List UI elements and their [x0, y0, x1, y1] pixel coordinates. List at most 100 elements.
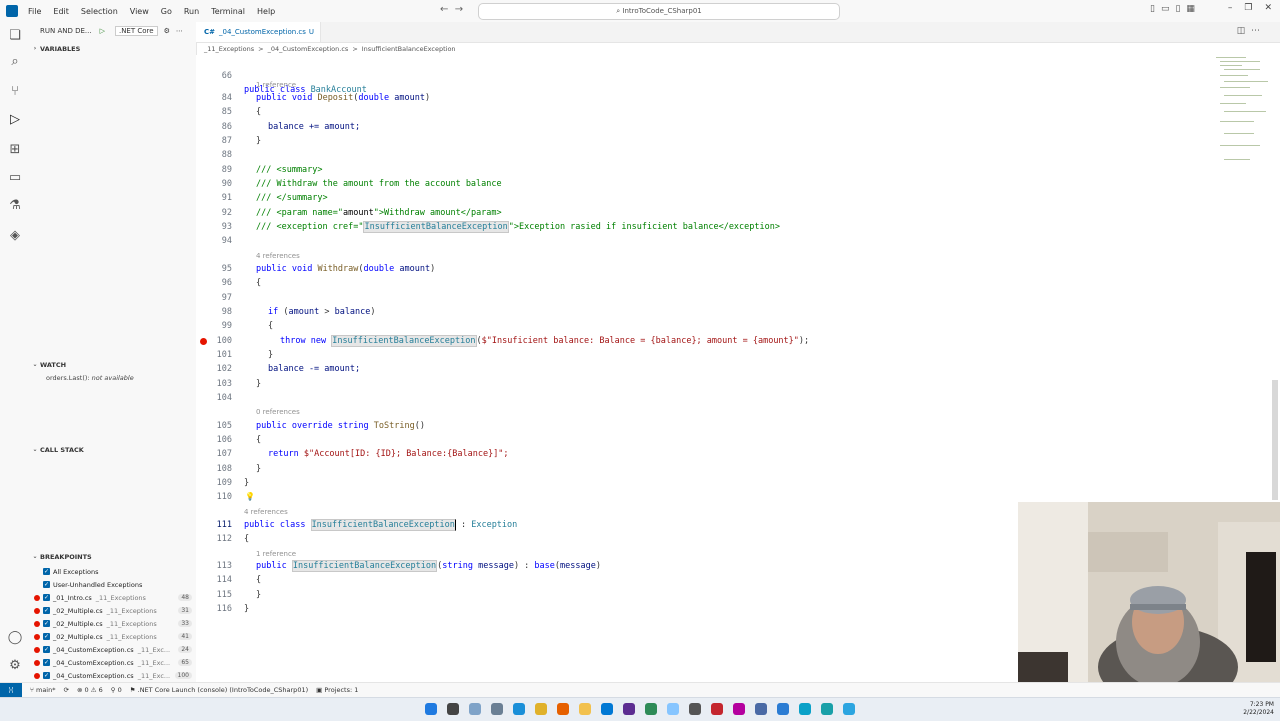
minimap[interactable] — [1212, 55, 1272, 175]
app-icon[interactable] — [821, 703, 833, 715]
watch-item[interactable]: orders.Last(): not available — [46, 374, 134, 382]
app-icon[interactable] — [733, 703, 745, 715]
start-debug-icon[interactable]: ▷ — [100, 27, 105, 35]
docker-icon[interactable]: ◈ — [5, 226, 25, 246]
explorer-icon[interactable]: ❏ — [5, 26, 25, 46]
code-line[interactable]: 99 { — [196, 319, 1210, 333]
code-line[interactable]: 104 — [196, 391, 1210, 405]
command-center-search[interactable]: ⌕ IntroToCode_CSharp01 — [478, 3, 840, 20]
debug-launch-status[interactable]: ⚑ .NET Core Launch (console) (IntroToCod… — [130, 686, 308, 694]
code-line[interactable]: 96 { — [196, 276, 1210, 290]
checkbox-checked-icon[interactable]: ✓ — [43, 581, 50, 588]
system-clock[interactable]: 7:23 PM 2/22/2024 — [1243, 701, 1274, 717]
breakpoint-item[interactable]: ✓ _01_Intro.cs _11_Exceptions 48 — [34, 591, 196, 604]
widgets-icon[interactable] — [491, 703, 503, 715]
ports-indicator[interactable]: ⚲ 0 — [111, 686, 122, 694]
breadcrumb-file[interactable]: _04_CustomException.cs — [268, 45, 349, 53]
app-icon[interactable] — [755, 703, 767, 715]
codelens-references[interactable]: 1 reference — [256, 80, 296, 90]
tab-custom-exception[interactable]: C# _04_CustomException.cs U — [196, 22, 321, 42]
search-icon[interactable]: ⌕ — [5, 52, 25, 72]
codelens-references[interactable]: 1 reference — [256, 549, 296, 559]
breakpoints-section-header[interactable]: ⌄ BREAKPOINTS — [30, 550, 196, 563]
back-arrow-icon[interactable]: ← — [440, 4, 448, 15]
code-line[interactable]: 98 if (amount > balance) — [196, 305, 1210, 319]
menu-file[interactable]: File — [22, 7, 47, 16]
breakpoint-item[interactable]: ✓ _02_Multiple.cs _11_Exceptions 33 — [34, 617, 196, 630]
menu-help[interactable]: Help — [251, 7, 281, 16]
account-icon[interactable]: ◯ — [5, 628, 25, 648]
app-icon[interactable] — [777, 703, 789, 715]
code-line[interactable]: 93 /// <exception cref="InsufficientBalan… — [196, 220, 1210, 234]
run-debug-icon[interactable]: ▷ — [5, 110, 25, 130]
breakpoint-item[interactable]: ✓ _04_CustomException.cs _11_Exc... 65 — [34, 656, 196, 669]
code-line[interactable]: 97 — [196, 291, 1210, 305]
menu-run[interactable]: Run — [178, 7, 205, 16]
more-actions-icon[interactable]: ⋯ — [1251, 26, 1260, 36]
call-stack-section-header[interactable]: ⌄ CALL STACK — [30, 443, 196, 456]
code-line[interactable]: 84 public void Deposit(double amount) — [196, 91, 1210, 105]
menu-view[interactable]: View — [124, 7, 155, 16]
terminal-icon[interactable] — [645, 703, 657, 715]
remote-explorer-icon[interactable]: ▭ — [5, 168, 25, 188]
code-line[interactable]: 86 balance += amount; — [196, 120, 1210, 134]
customize-layout-icon[interactable]: ▦ — [1186, 4, 1195, 14]
code-line[interactable]: 102 balance -= amount; — [196, 362, 1210, 376]
app-icon[interactable] — [711, 703, 723, 715]
codelens-references[interactable]: 0 references — [256, 407, 300, 417]
lightbulb-icon[interactable]: 💡 — [245, 490, 255, 504]
code-line[interactable]: 95 public void Withdraw(double amount) — [196, 262, 1210, 276]
menu-selection[interactable]: Selection — [75, 7, 124, 16]
restore-icon[interactable]: ❐ — [1244, 3, 1252, 13]
checkbox-checked-icon[interactable]: ✓ — [43, 620, 50, 627]
codelens-references[interactable]: 4 references — [256, 251, 300, 261]
code-line[interactable]: 108} — [196, 462, 1210, 476]
app-icon[interactable] — [843, 703, 855, 715]
breakpoint-item[interactable]: ✓ _04_CustomException.cs _11_Exc... 100 — [34, 669, 196, 682]
chrome-browser-icon[interactable] — [535, 703, 547, 715]
checkbox-checked-icon[interactable]: ✓ — [43, 659, 50, 666]
git-branch[interactable]: ⑂ main* — [30, 686, 55, 694]
problems-indicator[interactable]: ⊗ 0 ⚠ 6 — [77, 686, 103, 694]
toggle-sidebar-icon[interactable]: ▯ — [1150, 4, 1155, 14]
breakpoint-item[interactable]: ✓ All Exceptions — [34, 565, 196, 578]
code-line[interactable]: 103} — [196, 377, 1210, 391]
firefox-icon[interactable] — [557, 703, 569, 715]
code-line[interactable]: 109} — [196, 476, 1210, 490]
breakpoint-item[interactable]: ✓ _02_Multiple.cs _11_Exceptions 41 — [34, 630, 196, 643]
launch-config-select[interactable]: .NET Core — [114, 26, 158, 36]
codelens-references[interactable]: 4 references — [244, 507, 288, 517]
app-icon[interactable] — [689, 703, 701, 715]
extensions-icon[interactable]: ⊞ — [5, 140, 25, 160]
app-icon[interactable] — [667, 703, 679, 715]
code-line[interactable]: 90 /// Withdraw the amount from the accou… — [196, 177, 1210, 191]
vscode-taskbar-icon[interactable] — [601, 703, 613, 715]
code-line[interactable]: 89 /// <summary> — [196, 163, 1210, 177]
breadcrumb-folder[interactable]: _11_Exceptions — [204, 45, 254, 53]
menu-edit[interactable]: Edit — [47, 7, 75, 16]
sync-icon[interactable]: ⟳ — [63, 686, 68, 694]
file-explorer-icon[interactable] — [579, 703, 591, 715]
code-line[interactable]: 94 — [196, 234, 1210, 248]
menu-go[interactable]: Go — [155, 7, 178, 16]
code-line[interactable]: 105 public override string ToString() — [196, 419, 1210, 433]
checkbox-checked-icon[interactable]: ✓ — [43, 646, 50, 653]
settings-gear-icon[interactable]: ⚙ — [5, 656, 25, 676]
sticky-scroll-line[interactable]: 66 public class BankAccount — [196, 55, 1210, 95]
vertical-scrollbar[interactable] — [1272, 380, 1278, 500]
toggle-panel-icon[interactable]: ▭ — [1161, 4, 1170, 14]
forward-arrow-icon[interactable]: → — [455, 4, 463, 15]
windows-start-icon[interactable] — [425, 703, 437, 715]
variables-section-header[interactable]: › VARIABLES — [30, 42, 196, 55]
code-line[interactable]: 106 { — [196, 433, 1210, 447]
more-actions-icon[interactable]: ⋯ — [176, 27, 183, 35]
app-icon[interactable] — [799, 703, 811, 715]
menu-terminal[interactable]: Terminal — [205, 7, 251, 16]
checkbox-checked-icon[interactable]: ✓ — [43, 594, 50, 601]
checkbox-checked-icon[interactable]: ✓ — [43, 633, 50, 640]
checkbox-checked-icon[interactable]: ✓ — [43, 568, 50, 575]
checkbox-checked-icon[interactable]: ✓ — [43, 607, 50, 614]
close-icon[interactable]: ✕ — [1264, 3, 1272, 13]
breakpoint-item[interactable]: ✓ _02_Multiple.cs _11_Exceptions 31 — [34, 604, 196, 617]
config-gear-icon[interactable]: ⚙ — [164, 27, 170, 35]
